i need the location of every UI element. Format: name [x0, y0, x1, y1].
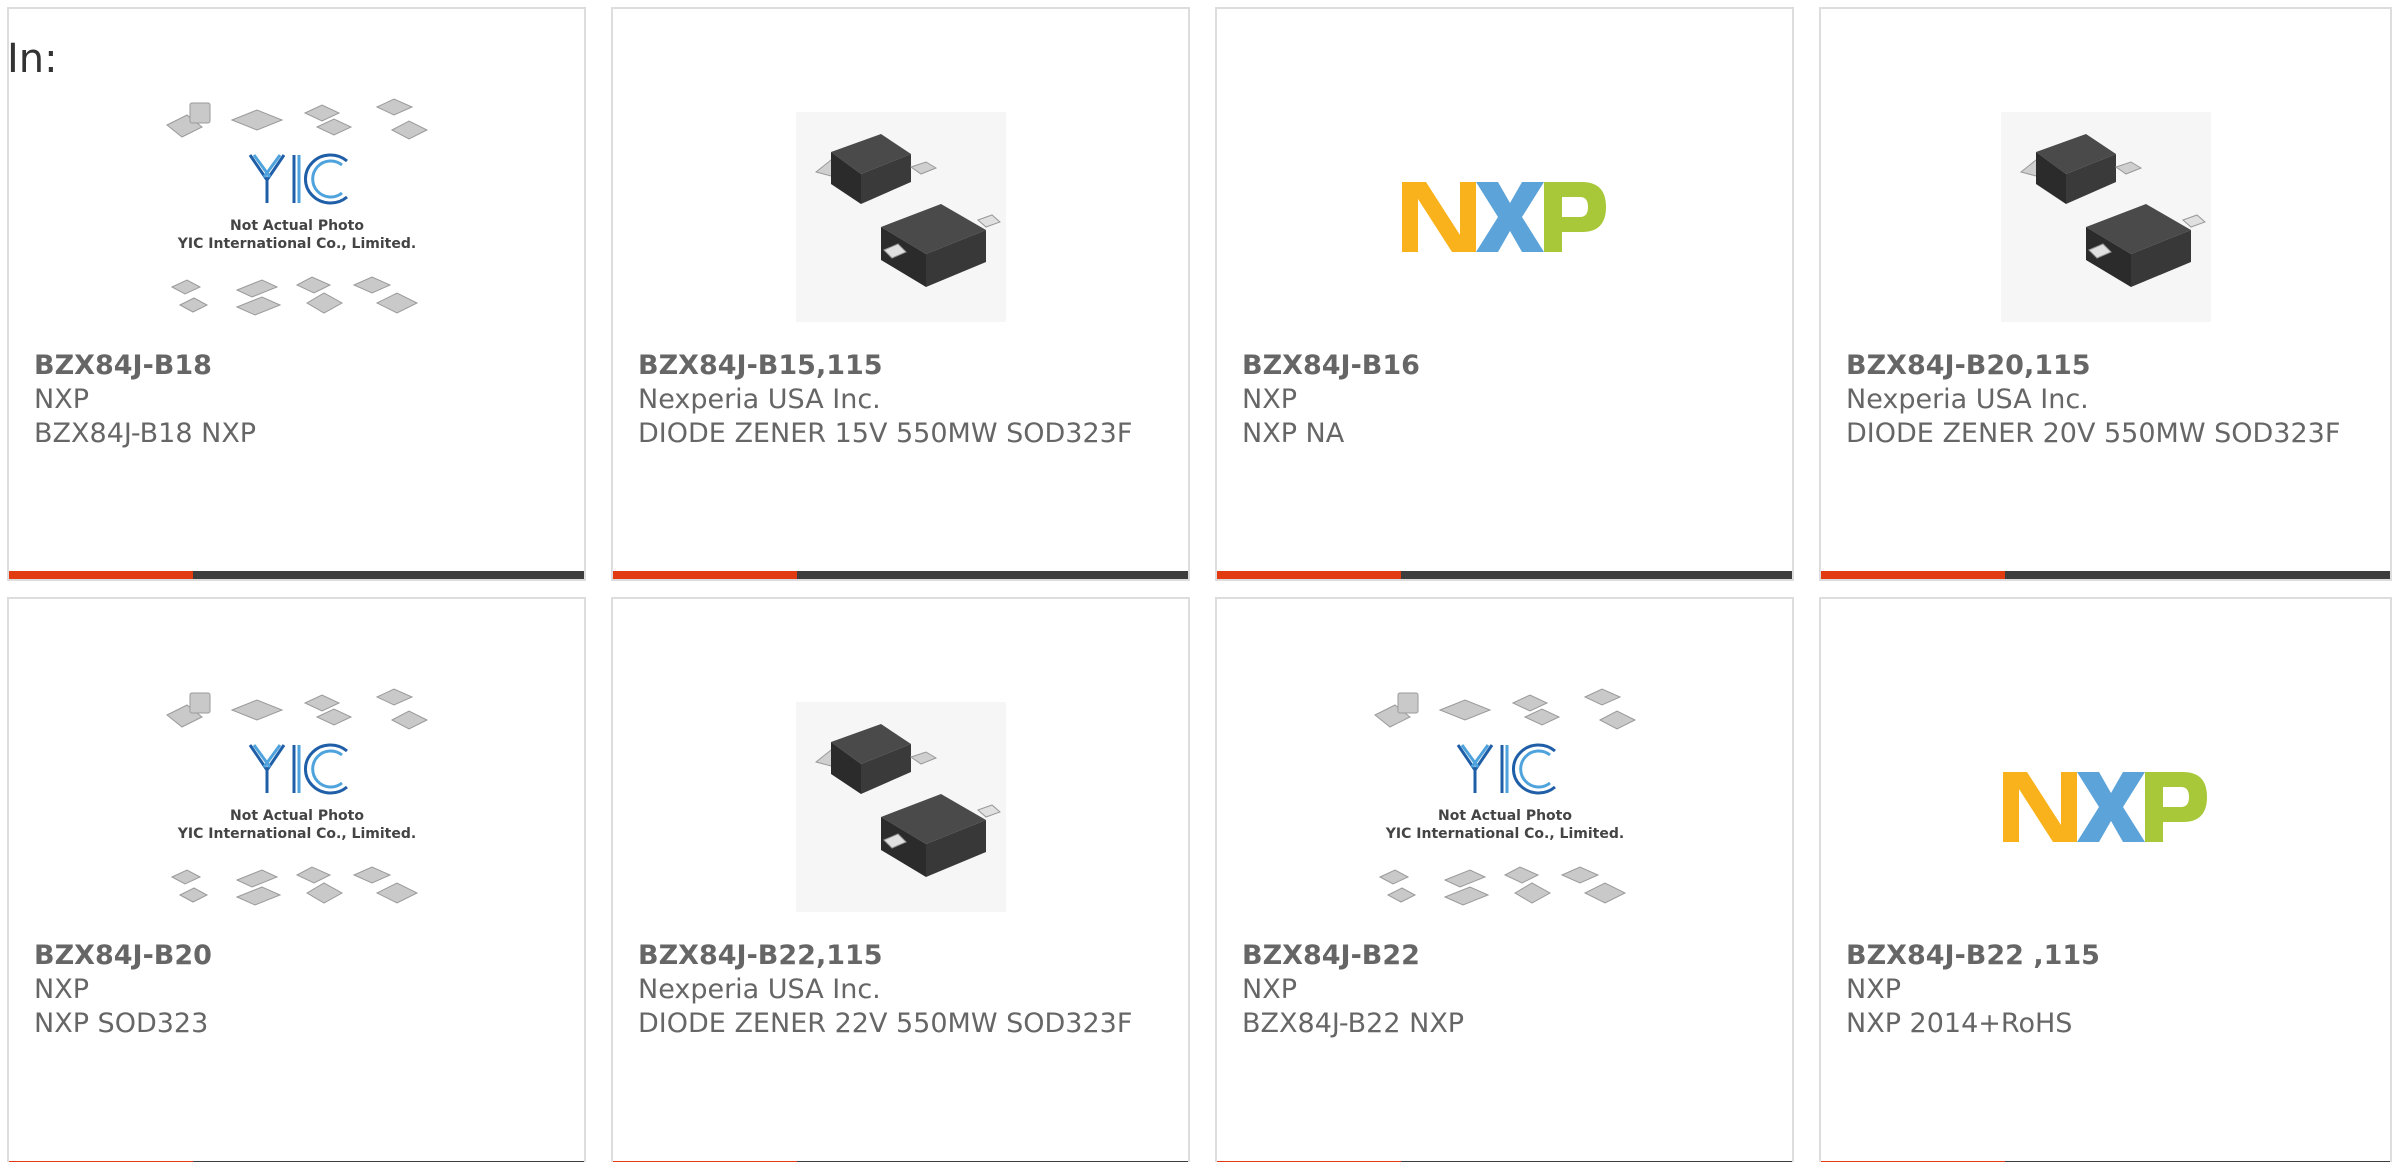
product-card[interactable]: BZX84J-B16 NXP NXP NA [1215, 7, 1794, 581]
product-description: DIODE ZENER 20V 550MW SOD323F [1846, 418, 2341, 449]
part-number[interactable]: BZX84J-B20,115 [1846, 349, 2370, 383]
product-info: BZX84J-B22 NXP BZX84J-B22 NXP [1242, 939, 1772, 1041]
part-number[interactable]: BZX84J-B20 [34, 939, 564, 973]
product-description: NXP SOD323 [34, 1008, 209, 1039]
product-card[interactable]: Not Actual Photo YIC International Co., … [7, 597, 586, 1162]
product-card[interactable]: BZX84J-B20,115 Nexperia USA Inc. DIODE Z… [1819, 7, 2392, 581]
manufacturer: Nexperia USA Inc. [638, 384, 881, 415]
product-description: NXP 2014+RoHS [1846, 1008, 2073, 1039]
manufacturer: Nexperia USA Inc. [1846, 384, 2089, 415]
nxp-logo-image [2003, 772, 2207, 842]
part-number[interactable]: BZX84J-B16 [1242, 349, 1772, 383]
yic-placeholder-image: Not Actual Photo YIC International Co., … [165, 687, 428, 906]
product-info: BZX84J-B22 ,115 NXP NXP 2014+RoHS [1846, 939, 2370, 1041]
diode-photo-image [795, 112, 1006, 322]
diode-photo-image [2000, 112, 2211, 322]
product-description: BZX84J-B22 NXP [1242, 1008, 1465, 1039]
product-image: Not Actual Photo YIC International Co., … [9, 77, 584, 357]
product-info: BZX84J-B22,115 Nexperia USA Inc. DIODE Z… [638, 939, 1168, 1041]
product-description: NXP NA [1242, 418, 1345, 449]
product-grid: Not Actual Photo YIC International Co., … [7, 7, 2400, 1162]
product-image [1821, 77, 2390, 357]
product-card[interactable]: BZX84J-B22 ,115 NXP NXP 2014+RoHS [1819, 597, 2392, 1162]
yic-placeholder-image: Not Actual Photo YIC International Co., … [1373, 687, 1636, 906]
product-image [1217, 77, 1792, 357]
product-card[interactable]: BZX84J-B15,115 Nexperia USA Inc. DIODE Z… [611, 7, 1190, 581]
manufacturer: Nexperia USA Inc. [638, 974, 881, 1005]
diode-photo-image [795, 702, 1006, 912]
manufacturer: NXP [1242, 974, 1297, 1005]
product-info: BZX84J-B20,115 Nexperia USA Inc. DIODE Z… [1846, 349, 2370, 451]
part-number[interactable]: BZX84J-B22 [1242, 939, 1772, 973]
image-caption-2: YIC International Co., Limited. [176, 826, 415, 842]
product-info: BZX84J-B15,115 Nexperia USA Inc. DIODE Z… [638, 349, 1168, 451]
card-accent-bar [9, 571, 193, 579]
part-number[interactable]: BZX84J-B22,115 [638, 939, 1168, 973]
image-caption-2: YIC International Co., Limited. [176, 236, 415, 252]
product-description: BZX84J-B18 NXP [34, 418, 257, 449]
part-number[interactable]: BZX84J-B15,115 [638, 349, 1168, 383]
card-accent-bar [613, 571, 797, 579]
image-caption-1: Not Actual Photo [230, 808, 364, 824]
product-image [613, 667, 1188, 947]
product-info: BZX84J-B16 NXP NXP NA [1242, 349, 1772, 451]
product-description: DIODE ZENER 22V 550MW SOD323F [638, 1008, 1133, 1039]
product-card[interactable]: Not Actual Photo YIC International Co., … [7, 7, 586, 581]
product-listing-page: In: Not Actual Photo YIC International C… [0, 0, 2400, 1162]
image-caption-2: YIC International Co., Limited. [1384, 826, 1623, 842]
product-image: Not Actual Photo YIC International Co., … [1217, 667, 1792, 947]
manufacturer: NXP [34, 384, 89, 415]
product-card[interactable]: Not Actual Photo YIC International Co., … [1215, 597, 1794, 1162]
product-card[interactable]: BZX84J-B22,115 Nexperia USA Inc. DIODE Z… [611, 597, 1190, 1162]
nxp-logo-image [1402, 182, 1606, 252]
yic-placeholder-image: Not Actual Photo YIC International Co., … [165, 97, 428, 316]
part-number[interactable]: BZX84J-B18 [34, 349, 564, 383]
section-heading: In: [7, 36, 58, 82]
product-info: BZX84J-B20 NXP NXP SOD323 [34, 939, 564, 1041]
card-accent-bar [1821, 571, 2005, 579]
card-accent-bar [1217, 571, 1401, 579]
product-description: DIODE ZENER 15V 550MW SOD323F [638, 418, 1133, 449]
product-image: Not Actual Photo YIC International Co., … [9, 667, 584, 947]
manufacturer: NXP [1846, 974, 1901, 1005]
manufacturer: NXP [1242, 384, 1297, 415]
image-caption-1: Not Actual Photo [1438, 808, 1572, 824]
product-info: BZX84J-B18 NXP BZX84J-B18 NXP [34, 349, 564, 451]
manufacturer: NXP [34, 974, 89, 1005]
product-image [613, 77, 1188, 357]
part-number[interactable]: BZX84J-B22 ,115 [1846, 939, 2370, 973]
image-caption-1: Not Actual Photo [230, 218, 364, 234]
product-image [1821, 667, 2390, 947]
